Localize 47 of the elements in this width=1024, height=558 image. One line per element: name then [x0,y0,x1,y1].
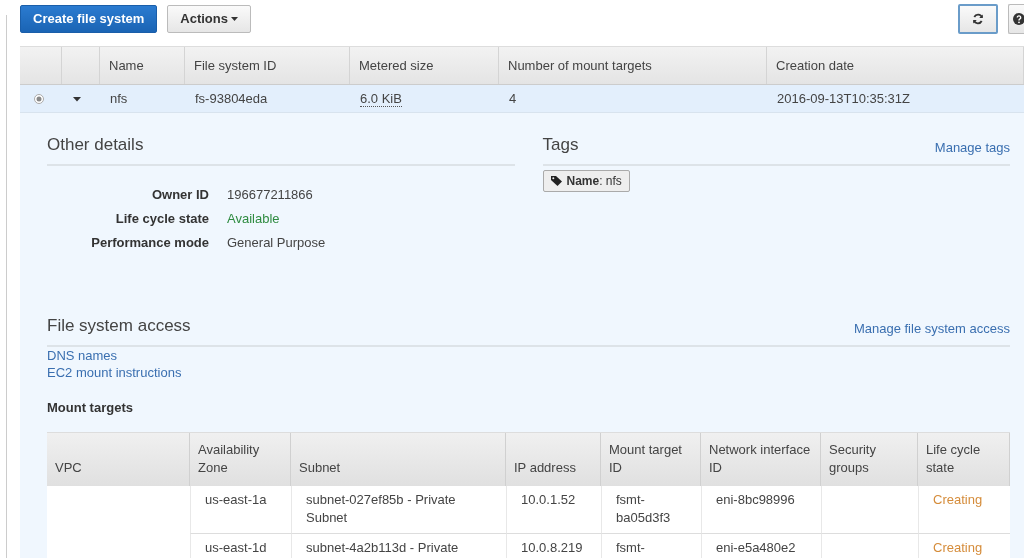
column-header[interactable]: Metered size [350,47,499,84]
radio-button[interactable] [34,93,44,104]
table-cell: fs-93804eda [195,91,268,106]
table-cell: subnet-027ef85b - Private Subnet [306,492,456,525]
table-cell: 10.0.8.219 [521,540,583,555]
section-title: File system access [47,316,191,336]
actions-button[interactable]: Actions [167,4,251,33]
tag-chip[interactable]: Name: nfs [542,170,630,192]
table-cell: us-east-1d [205,540,267,555]
table-cell-text: fsmt- [616,539,646,557]
refresh-icon [972,12,984,25]
status-text: Creating [933,492,983,507]
section-title: Tags [542,135,579,155]
field-value: Available [227,211,281,226]
field-label: Owner ID [150,187,209,202]
access-link[interactable]: DNS names [47,348,1010,363]
column-header[interactable]: Creation date [767,47,1024,84]
table-cell: nfs [110,91,128,106]
manage-tags-link[interactable]: Manage tags [934,140,1010,155]
field-value: General Purpose [227,235,327,250]
create-file-system-button[interactable]: Create file system [20,4,158,33]
caret-icon [230,16,238,21]
table-row[interactable]: nfs fs-93804eda 6.0 KiB 4 2016-09-13T10:35:31Z [20,85,1024,113]
section-title: Other details [47,135,144,155]
field-value: 196677211866 [227,187,314,202]
subsection-title: Mount targets [47,399,134,417]
table-cell: 10.0.1.52 [521,492,576,507]
table-cell: us-east-1a [205,492,267,507]
table-cell: eni-e5a480e2 [716,540,796,555]
refresh-button[interactable] [958,3,998,34]
column-header[interactable]: File system ID [185,47,350,84]
field-label: Life cycle state [114,211,209,226]
table-cell: 4 [509,91,517,106]
help-icon [1013,12,1024,25]
expand-caret-icon[interactable] [73,94,81,103]
table-cell: 2016-09-13T10:35:31Z [777,91,910,106]
status-text: Creating [933,540,983,555]
manage-access-link[interactable]: Manage file system access [853,321,1010,336]
column-header[interactable]: Name [100,47,185,84]
tag-icon [550,176,562,186]
table-cell: subnet-4a2b113d - Private [306,540,459,555]
column-header[interactable]: Number of mount targets [499,47,767,84]
access-link[interactable]: EC2 mount instructions [47,365,1010,380]
metered-size-link[interactable]: 6.0 KiB [360,90,402,107]
field-label: Performance mode [90,235,209,250]
table-cell: eni-8bc98996 [716,492,795,507]
help-button[interactable] [1008,3,1024,34]
